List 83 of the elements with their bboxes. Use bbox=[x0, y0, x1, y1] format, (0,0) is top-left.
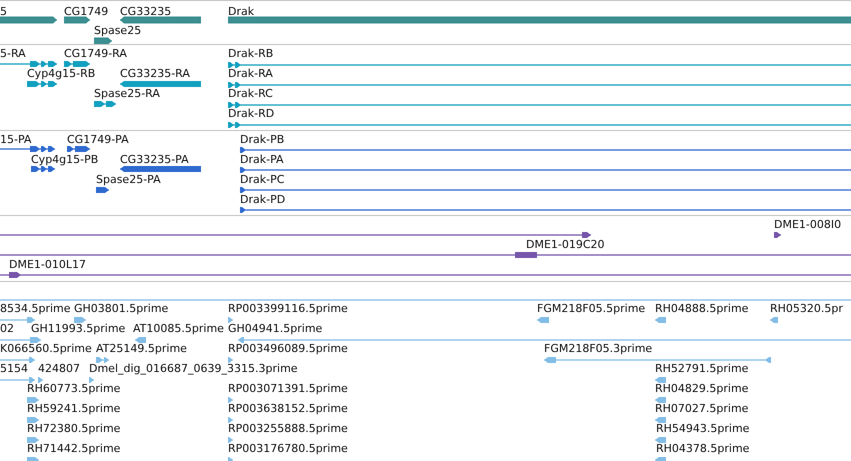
feature-glyph[interactable] bbox=[94, 37, 112, 44]
feature-label: RP003399116.5prime bbox=[228, 302, 348, 316]
feature-label: K066560.5prime bbox=[0, 342, 92, 356]
feature-label: CG33235-PA bbox=[120, 153, 189, 167]
feature-label: RP003255888.5prime bbox=[228, 422, 348, 436]
feature-label: RH05320.5pr bbox=[770, 302, 843, 316]
feature-label: 5154 bbox=[0, 362, 28, 376]
feature-label: RH71442.5prime bbox=[27, 442, 120, 456]
feature-glyph[interactable] bbox=[228, 16, 851, 24]
feature-glyph[interactable] bbox=[0, 145, 55, 153]
feature-label: Cyp4g15-PB bbox=[31, 153, 98, 167]
feature-label: RH04378.5prime bbox=[656, 442, 750, 456]
feature-glyph[interactable] bbox=[228, 81, 851, 89]
feature-label: Drak-RB bbox=[228, 47, 274, 61]
feature-glyph[interactable] bbox=[96, 186, 109, 194]
feature-label: DME1-010L17 bbox=[9, 258, 86, 272]
feature-label: FGM218F05.3prime bbox=[544, 342, 652, 356]
feature-label: RH72380.5prime bbox=[27, 422, 120, 436]
feature-glyph[interactable] bbox=[67, 145, 90, 153]
feature-label: RP003071391.5prime bbox=[228, 382, 348, 396]
feature-glyph[interactable] bbox=[31, 165, 55, 173]
feature-label: Drak-RC bbox=[228, 87, 273, 101]
feature-glyph[interactable] bbox=[120, 165, 201, 173]
feature-label: RP003176780.5prime bbox=[228, 442, 348, 456]
feature-glyph[interactable] bbox=[228, 101, 851, 109]
feature-label: RH04829.5prime bbox=[655, 382, 748, 396]
feature-label: RH07027.5prime bbox=[655, 402, 748, 416]
feature-label: CG33235-RA bbox=[120, 67, 190, 81]
feature-glyph[interactable] bbox=[0, 16, 57, 24]
feature-label: GH11993.5prime bbox=[31, 322, 126, 336]
feature-glyph[interactable] bbox=[27, 80, 57, 88]
feature-glyph[interactable] bbox=[94, 100, 116, 108]
feature-glyph[interactable] bbox=[0, 231, 591, 239]
feature-label: 5-RA bbox=[0, 47, 26, 61]
feature-label: CG33235 bbox=[120, 5, 172, 19]
feature-label: 02 bbox=[0, 322, 14, 336]
feature-label: Spase25-RA bbox=[94, 87, 160, 101]
feature-label: AT25149.5prime bbox=[96, 342, 187, 356]
feature-label: RP003496089.5prime bbox=[228, 342, 348, 356]
feature-glyph[interactable] bbox=[0, 271, 851, 279]
feature-glyph[interactable] bbox=[0, 60, 57, 68]
feature-label: Drak bbox=[228, 5, 254, 19]
feature-label: RH59241.5prime bbox=[27, 402, 120, 416]
feature-label: Spase25-PA bbox=[96, 173, 161, 187]
feature-label: Spase25 bbox=[94, 24, 142, 38]
feature-glyph[interactable] bbox=[64, 60, 90, 68]
feature-label: Cyp4g15-RB bbox=[27, 67, 96, 81]
feature-label: FGM218F05.5prime bbox=[537, 302, 646, 316]
feature-label: Drak-PA bbox=[240, 153, 284, 167]
feature-label: RH60773.5prime bbox=[27, 382, 120, 396]
feature-label: 424807 bbox=[38, 362, 80, 376]
feature-label: DME1-008I0 bbox=[774, 218, 842, 232]
feature-label: RH54943.5prime bbox=[656, 422, 750, 436]
feature-glyph[interactable] bbox=[240, 186, 851, 194]
feature-label: 8534.5prime bbox=[0, 302, 71, 316]
feature-label: RH52791.5prime bbox=[655, 362, 748, 376]
feature-label: 15-PA bbox=[0, 133, 32, 147]
feature-label: RP003638152.5prime bbox=[228, 402, 348, 416]
feature-label: Drak-PC bbox=[240, 173, 284, 187]
feature-label: Drak-PB bbox=[240, 133, 284, 147]
feature-label: AT10085.5prime bbox=[133, 322, 224, 336]
feature-label: Dmel_dig_016687_0639_3315.3prime bbox=[89, 362, 298, 376]
feature-label: GH04941.5prime bbox=[228, 322, 322, 336]
feature-label: CG1749 bbox=[64, 5, 108, 19]
feature-glyph[interactable] bbox=[228, 121, 851, 129]
feature-label: CG1749-PA bbox=[67, 133, 129, 147]
feature-label: Drak-PD bbox=[240, 193, 286, 207]
feature-label: GH03801.5prime bbox=[74, 302, 168, 316]
feature-glyph[interactable] bbox=[120, 80, 201, 88]
feature-label: DME1-019C20 bbox=[526, 238, 605, 252]
feature-glyph[interactable] bbox=[774, 231, 781, 239]
feature-label: 5 bbox=[0, 5, 7, 19]
feature-glyph[interactable] bbox=[0, 251, 851, 259]
feature-label: Drak-RA bbox=[228, 67, 273, 81]
feature-glyph[interactable] bbox=[240, 206, 851, 214]
feature-label: Drak-RD bbox=[228, 107, 274, 121]
feature-glyph[interactable] bbox=[240, 146, 851, 154]
feature-label: CG1749-RA bbox=[64, 47, 127, 61]
feature-glyph[interactable] bbox=[64, 16, 90, 24]
feature-glyph[interactable] bbox=[240, 166, 851, 174]
feature-label: RH04888.5prime bbox=[655, 302, 748, 316]
feature-glyph[interactable] bbox=[228, 61, 851, 69]
feature-glyph[interactable] bbox=[120, 16, 201, 24]
